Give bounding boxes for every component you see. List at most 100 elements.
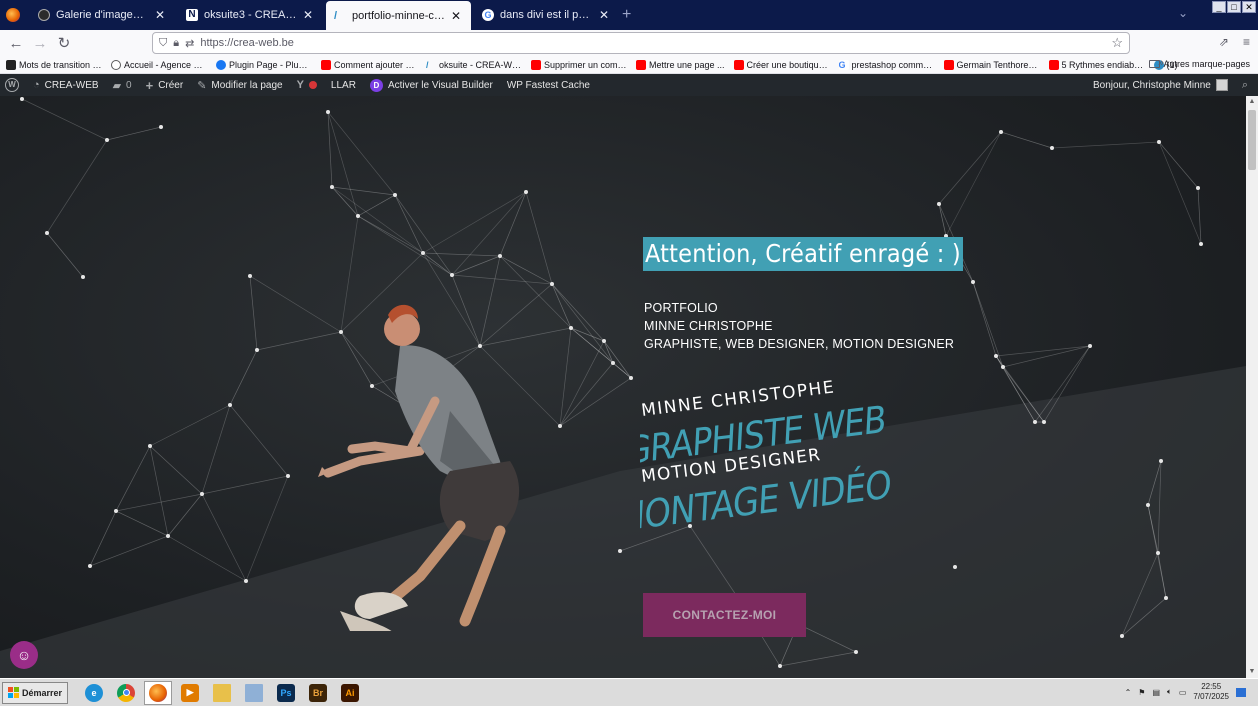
url-bar[interactable]: ⛉ 🔒︎ ⇄ https://crea-web.be ☆ [152,32,1130,54]
wp-my-account[interactable]: Bonjour, Christophe Minne [1089,74,1232,96]
forward-button[interactable]: → [28,35,52,52]
list-all-tabs-icon[interactable]: ⌄ [1178,6,1188,20]
firefox-menu-icon[interactable] [6,8,20,22]
network-line [245,475,289,582]
url-text[interactable]: https://crea-web.be [200,37,294,49]
close-icon[interactable]: ✕ [153,8,167,22]
taskbar-firefox[interactable] [144,680,173,705]
taskbar-bridge[interactable]: Br [304,681,332,705]
bookmark-item[interactable]: / oksuite - CREA-WEB [426,60,522,70]
tab-label: oksuite3 - CREA-WEB [204,9,297,21]
volume-icon[interactable]: 🔈︎ [1167,687,1172,697]
accessibility-widget-button[interactable]: ☺ [10,641,38,669]
network-line [1000,131,1053,149]
google-favicon-icon: G [482,9,494,21]
bookmarks-toolbar: Mots de transition SE... Accueil - Agenc… [0,56,1258,74]
close-icon[interactable]: ✕ [597,8,611,22]
wp-search[interactable]: ⌕ [1236,74,1254,96]
network-line [21,98,108,141]
youtube-icon [1048,59,1059,70]
wp-llar[interactable]: LLAR [324,74,363,96]
clock[interactable]: 22:55 7/07/2025 [1193,682,1229,702]
contact-button[interactable]: CONTACTEZ-MOI [643,593,806,637]
menu-icon[interactable]: ≡ [1243,35,1250,49]
bookmark-item[interactable]: Plugin Page - Plugins s... [216,59,312,70]
bookmark-item[interactable]: Mettre une page ... [636,59,725,70]
lock-icon[interactable]: 🔒︎ [173,37,179,50]
network-node [244,579,248,583]
battery-icon[interactable]: ▭ [1179,688,1187,697]
network-line [149,404,231,447]
network-line [451,191,527,276]
globe-icon [111,59,121,70]
network-icon[interactable]: ▤ [1152,688,1160,697]
network-line [1158,141,1202,245]
close-icon[interactable]: ✕ [301,8,315,22]
shield-icon[interactable]: ⛉ [159,37,167,50]
tab-oksuite3[interactable]: N oksuite3 - CREA-WEB ✕ [178,2,323,28]
start-button[interactable]: Démarrer [2,681,69,704]
tab-google-search[interactable]: G dans divi est il possible de mettre 3 … [474,2,619,28]
bookmark-item[interactable]: Accueil - Agence de P... [111,59,207,70]
close-window-button[interactable]: ✕ [1242,1,1256,13]
network-node [498,254,502,258]
wp-comments[interactable]: ▰ 0 [106,74,139,96]
hero-line-portfolio: PORTFOLIO [644,301,718,315]
wp-site-name[interactable]: ◔ CREA-WEB [26,74,106,96]
bookmark-item[interactable]: Germain Tenthorey - ... [943,59,1040,70]
permissions-icon[interactable]: ⇄ [185,37,194,50]
network-node [159,125,163,129]
taskbar-chrome[interactable] [112,681,140,705]
firefox-icon [149,683,168,702]
wp-logo-menu[interactable]: W [0,74,26,96]
wp-edit-page[interactable]: ✎ Modifier la page [190,74,289,96]
bookmark-star-icon[interactable]: ☆ [1111,35,1123,51]
flag-icon[interactable]: ⚑ [1138,688,1145,697]
network-node [393,193,397,197]
taskbar-ie[interactable]: e [80,681,108,705]
wp-visual-builder[interactable]: D Activer le Visual Builder [363,74,500,96]
taskbar-photoshop[interactable]: Ps [272,681,300,705]
network-line [422,252,501,257]
wp-fastest-cache[interactable]: WP Fastest Cache [500,74,597,96]
new-tab-button[interactable]: + [622,6,631,24]
notifications-icon[interactable] [1236,687,1246,697]
crea-web-favicon-icon: / [334,9,338,22]
maximize-button[interactable]: □ [1227,1,1241,13]
tab-galerie[interactable]: Galerie d'images Divi ✕ [30,2,175,28]
back-button[interactable]: ← [4,35,28,52]
scroll-thumb[interactable] [1248,110,1256,170]
plus-icon: + [145,77,154,93]
network-line [327,111,396,196]
reload-button[interactable]: ↻ [52,34,76,52]
taskbar-explorer[interactable] [240,681,268,705]
scroll-down-arrow-icon[interactable]: ▼ [1246,666,1258,678]
other-bookmarks-button[interactable]: Autres marque-pages [1149,59,1250,69]
bookmark-item[interactable]: Supprimer un compte ... [531,59,627,70]
tab-portfolio[interactable]: / portfolio-minne-christophe - CREA-WEB … [326,1,471,30]
bookmark-item[interactable]: Créer une boutique e... [733,59,830,70]
network-node [1120,634,1124,638]
bookmark-item[interactable]: Mots de transition SE... [6,59,102,70]
taskbar-media-player[interactable]: ▶ [176,681,204,705]
network-node [1146,503,1150,507]
network-node [1196,186,1200,190]
minimize-button[interactable]: _ [1212,1,1226,13]
page-scrollbar[interactable]: ▲ ▼ [1246,96,1258,678]
network-line [422,191,527,254]
bookmark-item[interactable]: Comment ajouter des ... [321,59,417,70]
scroll-up-arrow-icon[interactable]: ▲ [1246,96,1258,108]
extensions-icon[interactable]: ⇗ [1219,35,1229,49]
network-node [854,650,858,654]
bookmark-item[interactable]: 5 Rythmes endiablés ... [1048,59,1145,70]
wp-create-new[interactable]: + Créer [139,74,191,96]
network-line [995,345,1091,357]
network-line [1157,460,1162,554]
taskbar-illustrator[interactable]: Ai [336,681,364,705]
tray-expand-icon[interactable]: ⌃ [1125,688,1132,697]
taskbar-folder[interactable] [208,681,236,705]
wp-yoast[interactable]: Y [290,74,324,96]
close-icon[interactable]: ✕ [449,9,463,23]
network-line [149,445,169,537]
bookmark-item[interactable]: Gprestashop comment ... [838,59,935,70]
